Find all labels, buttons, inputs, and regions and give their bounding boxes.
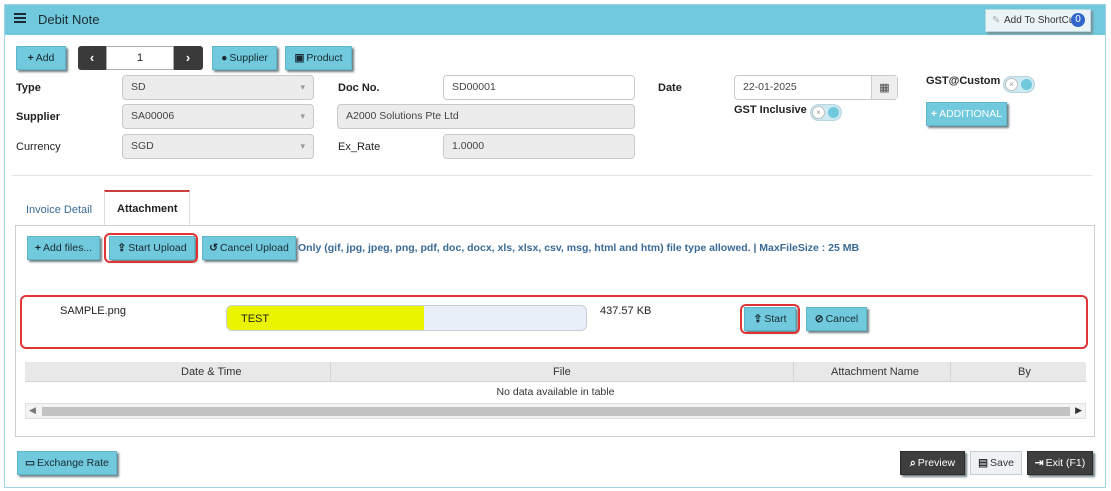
column-divider — [330, 362, 331, 382]
product-button-label: Product — [306, 52, 343, 64]
supplier-label: Supplier — [16, 111, 61, 123]
cancel-icon: ⊘ — [814, 313, 824, 325]
toggle-off-icon: × — [812, 106, 825, 119]
supplier-name-field: A2000 Solutions Pte Ltd — [337, 104, 635, 129]
highlight-start — [740, 304, 800, 334]
page-title: Debit Note — [38, 12, 100, 27]
save-button[interactable]: ▤ Save — [970, 451, 1022, 475]
tab-attachment[interactable]: Attachment — [104, 190, 190, 226]
cancel-upload-label: Cancel Upload — [219, 242, 289, 254]
scroll-right-icon[interactable]: ▶ — [1075, 405, 1082, 416]
plus-icon: + — [27, 52, 34, 64]
preview-label: Preview — [917, 457, 956, 469]
page-input[interactable]: 1 — [106, 46, 174, 70]
cancel-label: Cancel — [825, 313, 859, 325]
column-divider — [793, 362, 794, 382]
file-name: SAMPLE.png — [60, 305, 127, 317]
type-value: SD — [131, 81, 146, 93]
chevron-down-icon: ▾ — [300, 82, 305, 92]
tab-invoice-detail[interactable]: Invoice Detail — [15, 195, 105, 225]
docno-label: Doc No. — [338, 82, 380, 94]
column-date-time[interactable]: Date & Time — [181, 366, 242, 378]
type-select[interactable]: SD ▾ — [122, 75, 314, 100]
currency-value: SGD — [131, 140, 154, 152]
save-icon: ▤ — [978, 457, 988, 469]
add-files-label: Add files... — [43, 242, 93, 254]
date-value: 22-01-2025 — [743, 81, 797, 93]
preview-button[interactable]: ⌕ Preview — [900, 451, 965, 475]
additional-button[interactable]: + ADDITIONAL — [926, 102, 1007, 126]
exit-label: Exit (F1) — [1045, 457, 1086, 469]
save-label: Save — [989, 457, 1014, 469]
column-attachment-name[interactable]: Attachment Name — [831, 366, 919, 378]
gst-inclusive-toggle[interactable]: × — [810, 104, 842, 121]
plus-icon: + — [34, 242, 42, 254]
product-button[interactable]: ▣ Product — [285, 46, 352, 70]
search-icon: ⌕ — [909, 457, 916, 469]
horizontal-scrollbar[interactable]: ◀ ▶ — [25, 403, 1086, 419]
supplier-button-label: Supplier — [229, 52, 268, 64]
exchange-rate-label: Exchange Rate — [37, 457, 109, 469]
user-icon: ● — [221, 52, 228, 64]
gift-icon: ▣ — [294, 52, 305, 64]
add-to-shortcut-button[interactable]: ✎ Add To ShortCut 0 — [985, 9, 1091, 32]
title-bar: Debit Note ✎ Add To ShortCut 0 — [5, 5, 1105, 35]
chevron-down-icon: ▾ — [300, 111, 305, 121]
exrate-label: Ex_Rate — [338, 141, 381, 153]
undo-icon: ↺ — [209, 242, 218, 254]
shortcut-label: Add To ShortCut — [1004, 15, 1078, 26]
file-size: 437.57 KB — [600, 305, 652, 317]
exrate-field[interactable]: 1.0000 — [443, 134, 635, 159]
upload-progress: TEST — [226, 305, 587, 331]
attachment-name-input[interactable]: TEST — [241, 313, 269, 325]
exit-button[interactable]: ⇥ Exit (F1) — [1027, 451, 1093, 475]
gst-custom-toggle[interactable]: × — [1003, 76, 1035, 93]
file-type-note: Only (gif, jpg, jpeg, png, pdf, doc, doc… — [298, 242, 860, 254]
toggle-track-dot — [828, 107, 839, 118]
prev-page-button[interactable]: ‹ — [80, 48, 104, 68]
add-label: Add — [35, 52, 55, 64]
docno-field[interactable]: SD00001 — [443, 75, 635, 100]
gst-inclusive-label: GST Inclusive — [734, 104, 807, 116]
gst-custom-label: GST@Custom — [926, 75, 1001, 87]
supplier-value: SA00006 — [131, 110, 175, 122]
table-empty-message: No data available in table — [496, 386, 615, 398]
highlight-start-upload — [104, 233, 198, 263]
additional-label: ADDITIONAL — [939, 108, 1003, 120]
column-divider — [950, 362, 951, 382]
exchange-rate-button[interactable]: ▭ Exchange Rate — [17, 451, 117, 475]
divider — [12, 175, 1092, 176]
chevron-down-icon: ▾ — [300, 141, 305, 151]
pager: ‹ 1 › — [78, 46, 203, 70]
supplier-button[interactable]: ● Supplier — [212, 46, 277, 70]
toggle-off-icon: × — [1005, 78, 1018, 91]
column-by[interactable]: By — [1018, 366, 1031, 378]
next-page-button[interactable]: › — [176, 48, 200, 68]
table-header: Date & Time File Attachment Name By — [25, 362, 1086, 382]
date-label: Date — [658, 82, 682, 94]
shortcut-count-badge: 0 — [1071, 13, 1085, 27]
money-icon: ▭ — [25, 457, 36, 469]
add-files-button[interactable]: + Add files... — [27, 236, 100, 260]
type-label: Type — [16, 82, 41, 94]
plus-icon: + — [930, 108, 938, 120]
menu-icon[interactable] — [14, 13, 26, 23]
supplier-select[interactable]: SA00006 ▾ — [122, 104, 314, 129]
scroll-left-icon[interactable]: ◀ — [29, 405, 36, 416]
calendar-icon[interactable]: ▦ — [871, 76, 897, 99]
currency-label: Currency — [16, 141, 61, 153]
cancel-button[interactable]: ⊘ Cancel — [806, 307, 867, 331]
toggle-track-dot — [1021, 79, 1032, 90]
column-file[interactable]: File — [553, 366, 571, 378]
exit-icon: ⇥ — [1034, 457, 1044, 469]
cancel-upload-button[interactable]: ↺ Cancel Upload — [202, 236, 296, 260]
date-field[interactable]: 22-01-2025 ▦ — [734, 75, 898, 100]
pencil-icon: ✎ — [992, 15, 1001, 26]
add-button[interactable]: + Add — [16, 46, 66, 70]
scrollbar-thumb[interactable] — [42, 407, 1070, 416]
currency-select[interactable]: SGD ▾ — [122, 134, 314, 159]
